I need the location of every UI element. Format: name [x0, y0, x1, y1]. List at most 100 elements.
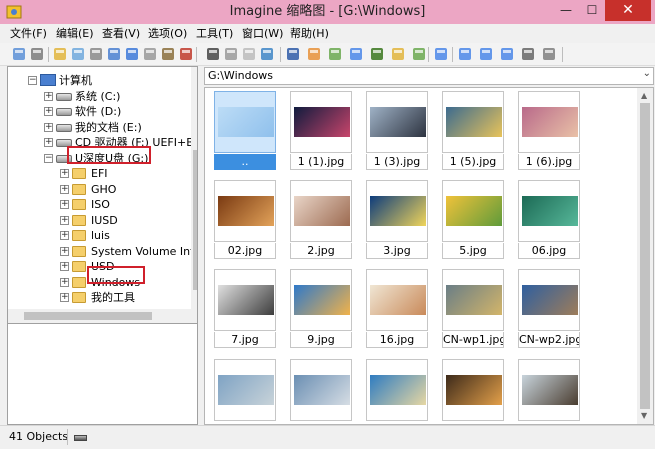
expand-toggle-icon[interactable]: + [44, 138, 53, 147]
thumbnail-item[interactable]: 1 (3).jpg [366, 91, 428, 170]
paste-icon[interactable] [241, 46, 257, 62]
minimize-button[interactable]: — [553, 0, 579, 21]
grid-icon[interactable] [348, 46, 364, 62]
image-icon[interactable] [369, 46, 385, 62]
list-icon[interactable] [478, 46, 494, 62]
tree-item[interactable]: − 计算机 [8, 73, 191, 88]
thumbnail-item[interactable]: 3.jpg [366, 180, 428, 259]
expand-toggle-icon[interactable]: − [28, 76, 37, 85]
toolbar-separator [280, 47, 281, 62]
thumbnail-frame [290, 359, 352, 421]
tree-item-label: 系统 (C:) [75, 89, 121, 103]
thumbnail-item[interactable]: 5.jpg [442, 180, 504, 259]
expand-toggle-icon[interactable]: + [44, 91, 53, 101]
thumbnail-item[interactable]: CN-wp1.jpg [442, 269, 504, 348]
expand-toggle-icon[interactable]: − [44, 153, 53, 163]
details-icon[interactable] [457, 46, 473, 62]
open-folder-icon[interactable] [52, 46, 68, 62]
expand-toggle-icon[interactable]: + [60, 293, 69, 302]
tree-item[interactable]: + 我的工具 [8, 290, 191, 305]
print-icon[interactable] [88, 46, 104, 62]
thumbnail-item[interactable] [366, 359, 428, 424]
menu-window[interactable]: 窗口(W) [242, 26, 283, 41]
expand-toggle-icon[interactable]: + [60, 184, 69, 194]
filmstrip-icon[interactable] [327, 46, 343, 62]
expand-toggle-icon[interactable]: + [44, 122, 53, 132]
thumbnail-item[interactable]: 16.jpg [366, 269, 428, 348]
tree-item[interactable]: + 系统 (C:) [8, 89, 191, 104]
thumbnail-item[interactable] [442, 359, 504, 424]
thumbnail-item[interactable]: 02.jpg [214, 180, 276, 259]
undo-icon[interactable] [259, 46, 275, 62]
expand-toggle-icon[interactable]: + [60, 169, 69, 178]
expand-toggle-icon[interactable]: + [60, 231, 69, 240]
folder-up-icon[interactable] [390, 46, 406, 62]
thumbnail-image [294, 107, 350, 137]
thumbnail-item[interactable]: 1 (6).jpg [518, 91, 580, 170]
cut-icon[interactable] [205, 46, 221, 62]
delete-icon[interactable] [178, 46, 194, 62]
thumbnail-item[interactable]: 1 (5).jpg [442, 91, 504, 170]
expand-toggle-icon[interactable]: + [44, 107, 53, 116]
refresh-icon[interactable] [411, 46, 427, 62]
expand-toggle-icon[interactable]: + [60, 200, 69, 209]
menu-tools[interactable]: 工具(T) [196, 26, 233, 41]
path-combobox[interactable]: G:\Windows ⌄ [204, 67, 654, 85]
copy-files-icon[interactable] [70, 46, 86, 62]
tree-vertical-scrollbar[interactable] [191, 67, 197, 309]
thumbnail-item[interactable] [290, 359, 352, 424]
tree-item[interactable]: + EFI [8, 166, 191, 181]
info-icon[interactable] [106, 46, 122, 62]
tree-hscroll-thumb[interactable] [24, 312, 152, 320]
eye-icon[interactable] [11, 46, 27, 62]
large-thumbs-icon[interactable] [433, 46, 449, 62]
tree-item[interactable]: + GHO [8, 182, 191, 197]
scroll-down-icon[interactable]: ▼ [641, 411, 647, 420]
tree-item[interactable]: + luis [8, 228, 191, 243]
paste-icon[interactable] [160, 46, 176, 62]
slideshow-icon[interactable] [306, 46, 322, 62]
close-button[interactable]: ✕ [605, 0, 651, 21]
tree-item-label: 我的文档 (E:) [75, 120, 142, 134]
menu-file[interactable]: 文件(F) [10, 26, 47, 41]
thumbnail-item[interactable]: CN-wp2.jpg [518, 269, 580, 348]
grid-scroll-thumb[interactable] [640, 103, 650, 409]
maximize-button[interactable]: ☐ [579, 0, 605, 21]
menu-options[interactable]: 选项(O) [148, 26, 187, 41]
tree-item[interactable]: + 软件 (D:) [8, 104, 191, 119]
settings-icon[interactable] [541, 46, 557, 62]
tools-icon[interactable] [520, 46, 536, 62]
thumbnail-item[interactable]: 06.jpg [518, 180, 580, 259]
thumbnail-item[interactable] [518, 359, 580, 424]
thumbnail-image [522, 285, 578, 315]
thumbnail-image [370, 196, 426, 226]
expand-toggle-icon[interactable]: + [60, 262, 69, 271]
copy-icon[interactable] [223, 46, 239, 62]
menu-edit[interactable]: 编辑(E) [56, 26, 94, 41]
thumbnail-item[interactable]: 7.jpg [214, 269, 276, 348]
grid-vertical-scrollbar[interactable]: ▲ ▼ [637, 88, 653, 424]
save-icon[interactable] [124, 46, 140, 62]
thumbnail-item[interactable]: .. [214, 91, 276, 170]
copy-icon[interactable] [142, 46, 158, 62]
tree-item[interactable]: + 我的文档 (E:) [8, 120, 191, 135]
chevron-down-icon[interactable]: ⌄ [643, 68, 651, 79]
expand-toggle-icon[interactable]: + [60, 215, 69, 225]
scan-icon[interactable] [29, 46, 45, 62]
tree-horizontal-scrollbar[interactable] [8, 309, 197, 323]
menu-view[interactable]: 查看(V) [102, 26, 140, 41]
expand-toggle-icon[interactable]: + [60, 246, 69, 256]
small-icons-icon[interactable] [499, 46, 515, 62]
thumbnail-item[interactable]: 9.jpg [290, 269, 352, 348]
expand-toggle-icon[interactable]: + [60, 277, 69, 287]
scroll-up-icon[interactable]: ▲ [641, 91, 647, 100]
tree-item[interactable]: + IUSD [8, 213, 191, 228]
window-icon[interactable] [285, 46, 301, 62]
thumbnail-item[interactable] [214, 359, 276, 424]
thumbnail-item[interactable]: 1 (1).jpg [290, 91, 352, 170]
thumbnail-item[interactable]: 2.jpg [290, 180, 352, 259]
tree-item[interactable]: + ISO [8, 197, 191, 212]
tree-item[interactable]: + System Volume Inf [8, 244, 194, 259]
menu-help[interactable]: 帮助(H) [290, 26, 329, 41]
tree-scroll-thumb[interactable] [193, 150, 197, 290]
